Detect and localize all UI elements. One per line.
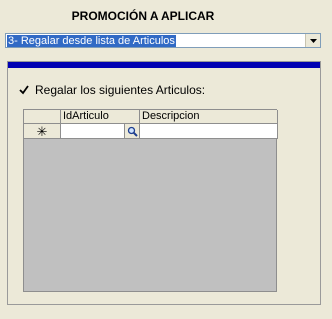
- gift-articles-checkbox[interactable]: Regalar los siguientes Articulos:: [18, 83, 205, 97]
- promotion-dropdown-button[interactable]: [305, 34, 320, 47]
- column-header-descripcion[interactable]: Descripcion: [140, 110, 278, 124]
- column-header-idarticulo[interactable]: IdArticulo: [61, 110, 140, 124]
- cell-idarticulo[interactable]: [61, 124, 140, 139]
- header-corner: [24, 110, 61, 124]
- cell-descripcion[interactable]: [140, 124, 278, 139]
- lookup-button[interactable]: [124, 124, 139, 138]
- dialog-title: PROMOCIÓN A APLICAR: [71, 9, 215, 23]
- magnifier-icon: [127, 126, 138, 137]
- grid-header: IdArticulo Descripcion: [24, 110, 278, 124]
- grid-new-row[interactable]: ✳: [24, 124, 278, 139]
- promotion-select[interactable]: 3- Regalar desde lista de Articulos: [5, 33, 321, 48]
- gift-articles-panel: Regalar los siguientes Articulos: IdArti…: [7, 61, 321, 305]
- gift-articles-label: Regalar los siguientes Articulos:: [35, 83, 206, 97]
- articles-grid[interactable]: IdArticulo Descripcion ✳: [23, 109, 278, 292]
- new-row-indicator-icon: ✳: [24, 124, 61, 139]
- checkmark-icon[interactable]: [18, 84, 30, 96]
- panel-accent-bar: [8, 62, 320, 68]
- chevron-down-icon: [309, 38, 317, 43]
- promotion-select-value: 3- Regalar desde lista de Articulos: [7, 35, 176, 47]
